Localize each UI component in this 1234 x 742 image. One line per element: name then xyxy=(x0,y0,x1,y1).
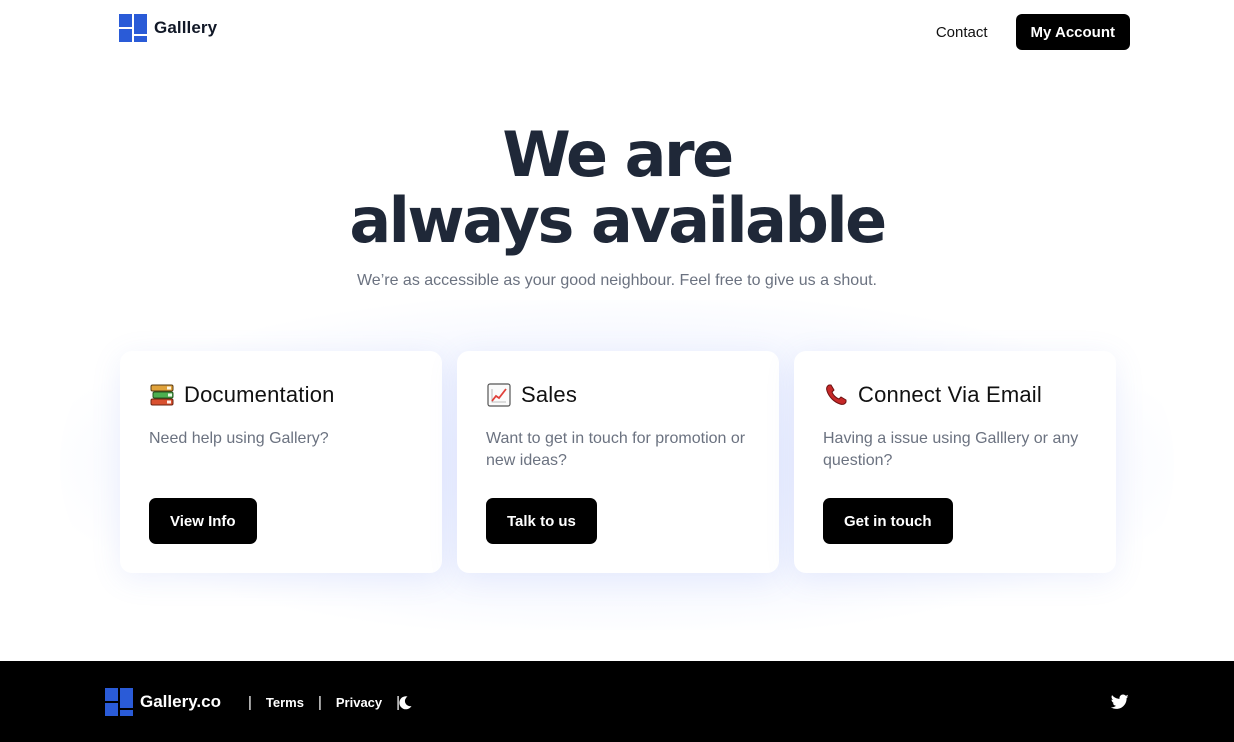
card-title: Documentation xyxy=(184,382,335,407)
site-header: Galllery Contact My Account xyxy=(0,0,1234,64)
hero-title-line1: We are xyxy=(502,118,734,191)
brand-name: Galllery xyxy=(154,18,218,37)
main-nav: Contact My Account xyxy=(936,14,1130,50)
divider: | xyxy=(317,694,322,711)
site-footer: Gallery.co | Terms | Privacy | xyxy=(0,661,1234,742)
books-icon xyxy=(149,382,175,408)
contact-cards: Documentation Need help using Gallery? V… xyxy=(120,351,1116,573)
phone-receiver-icon xyxy=(823,382,849,408)
get-in-touch-button[interactable]: Get in touch xyxy=(823,498,953,544)
card-description: Want to get in touch for promotion or ne… xyxy=(486,430,746,469)
logo-icon xyxy=(119,14,147,42)
card-email: Connect Via Email Having a issue using G… xyxy=(794,351,1116,573)
hero: We are always available xyxy=(0,122,1234,254)
logo-icon xyxy=(105,688,133,716)
card-title: Connect Via Email xyxy=(858,382,1042,407)
contact-link[interactable]: Contact xyxy=(936,24,988,41)
card-title: Sales xyxy=(521,382,578,407)
terms-link[interactable]: Terms xyxy=(266,695,304,710)
moon-icon[interactable] xyxy=(397,695,413,711)
brand[interactable]: Galllery xyxy=(119,14,217,42)
footer-links: | Terms | Privacy | xyxy=(234,694,414,711)
card-description: Having a issue using Galllery or any que… xyxy=(823,430,1079,469)
footer-brand[interactable]: Gallery.co xyxy=(105,688,221,716)
chart-increasing-icon xyxy=(486,382,512,408)
hero-title-line2: always available xyxy=(349,184,887,257)
my-account-button[interactable]: My Account xyxy=(1015,14,1130,50)
footer-brand-name: Gallery.co xyxy=(140,692,221,711)
talk-to-us-button[interactable]: Talk to us xyxy=(486,498,597,544)
hero-subtitle: We’re as accessible as your good neighbo… xyxy=(356,272,877,289)
hero-title: We are always available xyxy=(0,122,1234,254)
view-info-button[interactable]: View Info xyxy=(149,498,257,544)
card-sales: Sales Want to get in touch for promotion… xyxy=(457,351,779,573)
card-description: Need help using Gallery? xyxy=(149,430,329,447)
divider: | xyxy=(248,694,252,711)
card-documentation: Documentation Need help using Gallery? V… xyxy=(120,351,442,573)
twitter-icon[interactable] xyxy=(1110,694,1129,710)
privacy-link[interactable]: Privacy xyxy=(336,695,382,710)
